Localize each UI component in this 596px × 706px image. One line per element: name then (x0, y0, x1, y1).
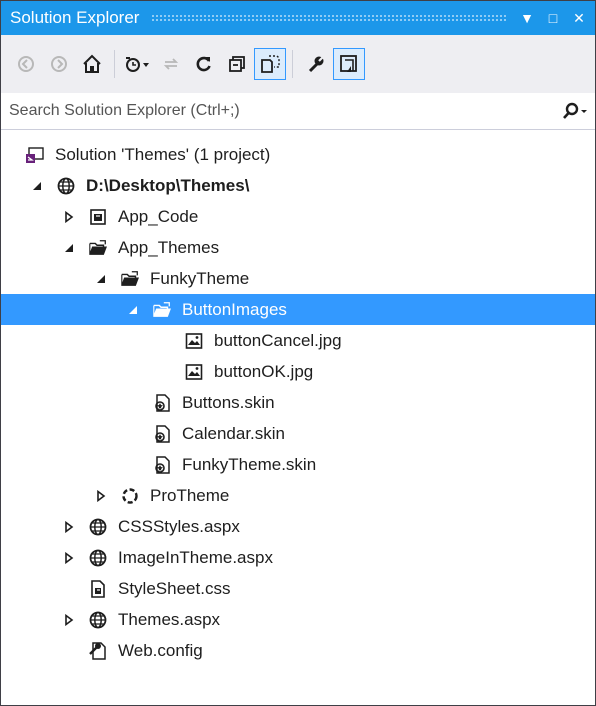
tree-item-themes-aspx[interactable]: Themes.aspx (1, 604, 595, 635)
sync-active-document-button[interactable] (155, 48, 187, 80)
collapse-all-icon (229, 56, 245, 72)
aspx-globe-icon (88, 548, 108, 568)
expand-arrow-icon[interactable] (62, 613, 76, 627)
solution-tree: Solution 'Themes' (1 project) D:\Desktop\… (1, 139, 595, 666)
show-all-files-icon (261, 55, 280, 73)
drag-grip[interactable] (151, 14, 507, 22)
collapse-arrow-icon[interactable] (94, 272, 108, 286)
tree-item-buttoncancel-jpg[interactable]: buttonCancel.jpg (1, 325, 595, 356)
folder-open-icon (88, 238, 108, 258)
search-input[interactable] (1, 95, 555, 127)
tree-item-buttonok-jpg[interactable]: buttonOK.jpg (1, 356, 595, 387)
aspx-globe-icon (88, 610, 108, 630)
expand-arrow-icon[interactable] (94, 489, 108, 503)
collapse-arrow-icon[interactable] (62, 241, 76, 255)
theme-icon (120, 486, 140, 506)
back-button[interactable] (10, 48, 42, 80)
refresh-button[interactable] (188, 48, 220, 80)
title-bar[interactable]: Solution Explorer ▼ □ ✕ (1, 1, 595, 35)
toolbar-separator (114, 50, 115, 78)
collapse-arrow-icon[interactable] (30, 179, 44, 193)
maximize-icon[interactable]: □ (543, 10, 563, 26)
close-icon[interactable]: ✕ (569, 10, 589, 27)
expand-arrow-icon[interactable] (62, 551, 76, 565)
tree-item-imageintheme-aspx[interactable]: ImageInTheme.aspx (1, 542, 595, 573)
solution-explorer-window: Solution Explorer ▼ □ ✕ Search Solution … (0, 0, 596, 706)
show-all-files-button[interactable] (254, 48, 286, 80)
tree-item-label: ProTheme (150, 485, 230, 505)
properties-button[interactable] (300, 48, 332, 80)
search-icon (563, 102, 587, 119)
preview-selected-items-icon (340, 55, 357, 72)
special-folder-icon (88, 207, 108, 227)
expand-arrow-icon[interactable] (62, 210, 76, 224)
tree-item-calendar-skin[interactable]: Calendar.skin (1, 418, 595, 449)
forward-button[interactable] (43, 48, 75, 80)
home-icon (83, 54, 101, 73)
aspx-globe-icon (88, 517, 108, 537)
preview-selected-items-button[interactable] (333, 48, 365, 80)
image-file-icon (184, 331, 204, 351)
config-file-icon (88, 641, 108, 661)
home-button[interactable] (76, 48, 108, 80)
collapse-arrow-icon[interactable] (126, 303, 140, 317)
toolbar (1, 35, 595, 93)
tree-item-label: App_Themes (118, 237, 220, 257)
tree-item-d-desktop-themes[interactable]: D:\Desktop\Themes\ (1, 170, 595, 201)
tree-item-label: App_Code (118, 206, 199, 226)
search-bar (1, 93, 595, 130)
tree-item-label: buttonCancel.jpg (214, 330, 342, 350)
toolbar-separator (292, 50, 293, 78)
tree-item-label: FunkyTheme.skin (182, 454, 317, 474)
tree-item-label: buttonOK.jpg (214, 361, 314, 381)
tree-item-label: CSSStyles.aspx (118, 516, 240, 536)
tree-item-protheme[interactable]: ProTheme (1, 480, 595, 511)
tree-item-label: Buttons.skin (182, 392, 275, 412)
tree-item-label: Calendar.skin (182, 423, 286, 443)
tree-item-label: ImageInTheme.aspx (118, 547, 273, 567)
skin-file-icon (152, 455, 172, 475)
skin-file-icon (152, 393, 172, 413)
tree-item-buttonimages[interactable]: ButtonImages (1, 294, 595, 325)
css-file-icon (88, 579, 108, 599)
window-position-dropdown-icon[interactable]: ▼ (517, 10, 537, 26)
tree-item-solution-themes-1-project[interactable]: Solution 'Themes' (1 project) (1, 139, 595, 170)
tree-item-label: D:\Desktop\Themes\ (86, 175, 250, 195)
pending-changes-filter-icon (126, 57, 149, 72)
forward-icon (51, 56, 67, 72)
website-globe-icon (56, 176, 76, 196)
folder-open-icon (152, 300, 172, 320)
tree-item-label: Themes.aspx (118, 609, 221, 629)
tree-item-label: Web.config (118, 640, 203, 660)
folder-open-icon (120, 269, 140, 289)
window-title: Solution Explorer (10, 8, 140, 27)
skin-file-icon (152, 424, 172, 444)
sync-active-document-icon (163, 58, 179, 70)
tree-item-stylesheet-css[interactable]: StyleSheet.css (1, 573, 595, 604)
tree-item-web-config[interactable]: Web.config (1, 635, 595, 666)
tree-item-funkytheme-skin[interactable]: FunkyTheme.skin (1, 449, 595, 480)
tree-item-funkytheme[interactable]: FunkyTheme (1, 263, 595, 294)
tree-item-cssstyles-aspx[interactable]: CSSStyles.aspx (1, 511, 595, 542)
tree-item-app-code[interactable]: App_Code (1, 201, 595, 232)
tree-item-label: ButtonImages (182, 299, 287, 319)
back-icon (18, 56, 34, 72)
tree-item-label: FunkyTheme (150, 268, 250, 288)
tree-item-label: Solution 'Themes' (1 project) (55, 144, 271, 164)
tree-item-label: StyleSheet.css (118, 578, 231, 598)
solution-icon (25, 145, 45, 165)
properties-icon (308, 56, 324, 73)
pending-changes-filter-button[interactable] (122, 48, 154, 80)
search-button[interactable] (555, 101, 595, 121)
tree-item-app-themes[interactable]: App_Themes (1, 232, 595, 263)
collapse-all-button[interactable] (221, 48, 253, 80)
expand-arrow-icon[interactable] (62, 520, 76, 534)
image-file-icon (184, 362, 204, 382)
refresh-icon (196, 56, 211, 72)
tree-item-buttons-skin[interactable]: Buttons.skin (1, 387, 595, 418)
